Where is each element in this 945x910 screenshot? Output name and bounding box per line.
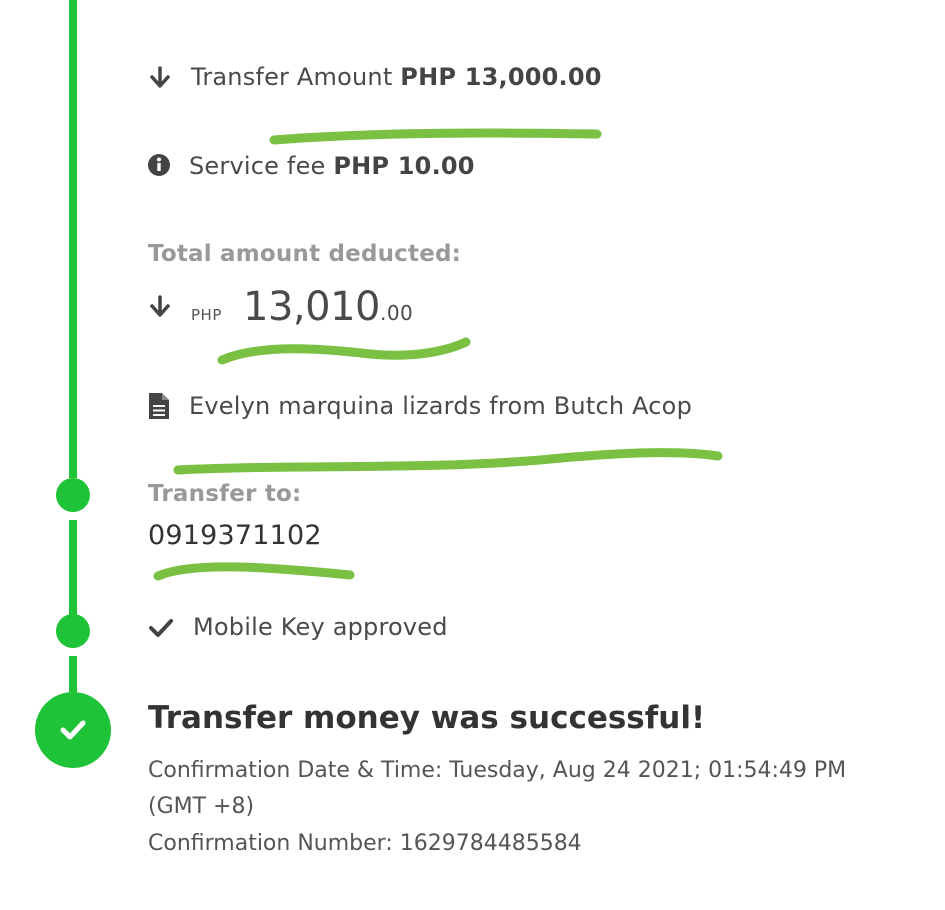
highlight-mark-3	[173, 448, 723, 475]
highlight-mark-4	[153, 562, 355, 581]
highlight-mark-2	[217, 337, 471, 365]
highlight-mark-1	[269, 128, 602, 145]
highlight-marks	[153, 128, 723, 581]
